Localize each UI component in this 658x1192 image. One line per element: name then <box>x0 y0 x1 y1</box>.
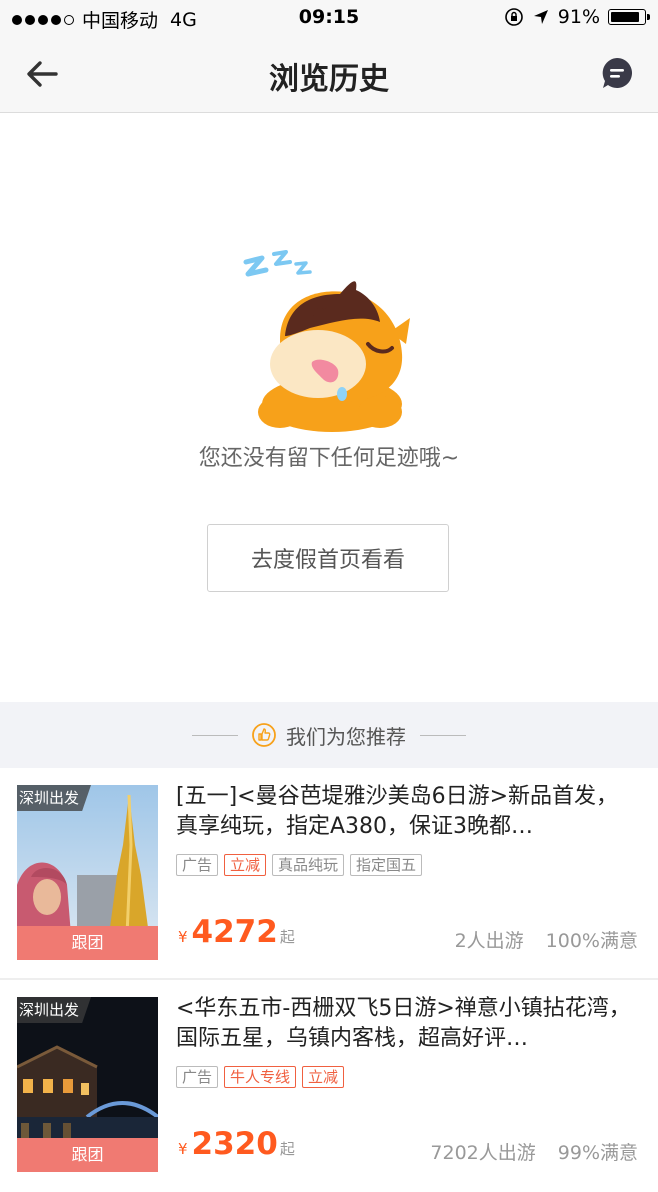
price-value: 2320 <box>191 1126 278 1162</box>
product-price: ¥ 2320 起 <box>178 1126 295 1162</box>
product-card[interactable]: 深圳出发 跟团 [五一]<曼谷芭堤雅沙美岛6日游>新品首发，真享纯玩，指定A38… <box>0 768 658 980</box>
tag: 广告 <box>176 854 219 876</box>
product-tags: 广告 立减 真品纯玩 指定国五 <box>176 854 423 876</box>
go-to-vacation-home-button[interactable]: 去度假首页看看 <box>207 524 449 592</box>
thumbs-up-icon <box>252 723 276 747</box>
product-card[interactable]: 深圳出发 跟团 <华东五市-西栅双飞5日游>禅意小镇拈花湾，国际五星，乌镇内客栈… <box>0 980 658 1192</box>
tour-type-badge: 跟团 <box>17 1138 158 1172</box>
product-stats: 2人出游 100%满意 <box>455 926 638 953</box>
tag: 广告 <box>176 1066 219 1088</box>
satisfaction-rate: 100%满意 <box>545 930 638 952</box>
tag: 真品纯玩 <box>272 854 345 876</box>
price-suffix: 起 <box>279 928 295 946</box>
recommend-header: 我们为您推荐 <box>0 702 658 768</box>
empty-state-message: 您还没有留下任何足迹哦~ <box>198 446 460 471</box>
satisfaction-rate: 99%满意 <box>557 1142 638 1164</box>
tag: 立减 <box>302 1066 345 1088</box>
price-value: 4272 <box>191 914 278 950</box>
battery-percent: 91% <box>557 6 600 28</box>
product-tags: 广告 牛人专线 立减 <box>176 1066 345 1088</box>
tour-type-badge: 跟团 <box>17 926 158 960</box>
product-image: 深圳出发 跟团 <box>17 785 158 960</box>
product-image: 深圳出发 跟团 <box>17 997 158 1172</box>
location-arrow-icon <box>533 10 548 24</box>
departure-city-badge: 深圳出发 <box>17 785 92 811</box>
currency-symbol: ¥ <box>178 1140 188 1158</box>
tag: 牛人专线 <box>224 1066 297 1088</box>
recommend-label: 我们为您推荐 <box>286 724 406 749</box>
divider-line <box>420 734 466 736</box>
product-title: <华东五市-西栅双飞5日游>禅意小镇拈花湾，国际五星，乌镇内客栈，超高好评… <box>176 996 631 1051</box>
tag: 立减 <box>224 854 267 876</box>
product-price: ¥ 4272 起 <box>178 914 295 950</box>
status-bar: 中国移动 4G 09:15 91% <box>0 0 658 36</box>
traveler-count: 2人出游 <box>454 930 524 952</box>
nav-bar: 浏览历史 <box>0 36 658 113</box>
divider-line <box>192 734 238 736</box>
rotation-lock-icon <box>504 8 523 26</box>
page-title: 浏览历史 <box>269 62 389 97</box>
traveler-count: 7202人出游 <box>430 1142 536 1164</box>
price-suffix: 起 <box>279 1140 295 1158</box>
sleeping-cow-illustration <box>243 250 410 432</box>
battery-icon <box>608 9 650 25</box>
product-stats: 7202人出游 99%满意 <box>430 1138 638 1165</box>
currency-symbol: ¥ <box>178 928 188 946</box>
departure-city-badge: 深圳出发 <box>17 997 92 1023</box>
tag: 指定国五 <box>350 854 423 876</box>
product-title: [五一]<曼谷芭堤雅沙美岛6日游>新品首发，真享纯玩，指定A380，保证3晚都… <box>176 784 619 839</box>
chat-bubble-icon[interactable] <box>600 56 634 90</box>
